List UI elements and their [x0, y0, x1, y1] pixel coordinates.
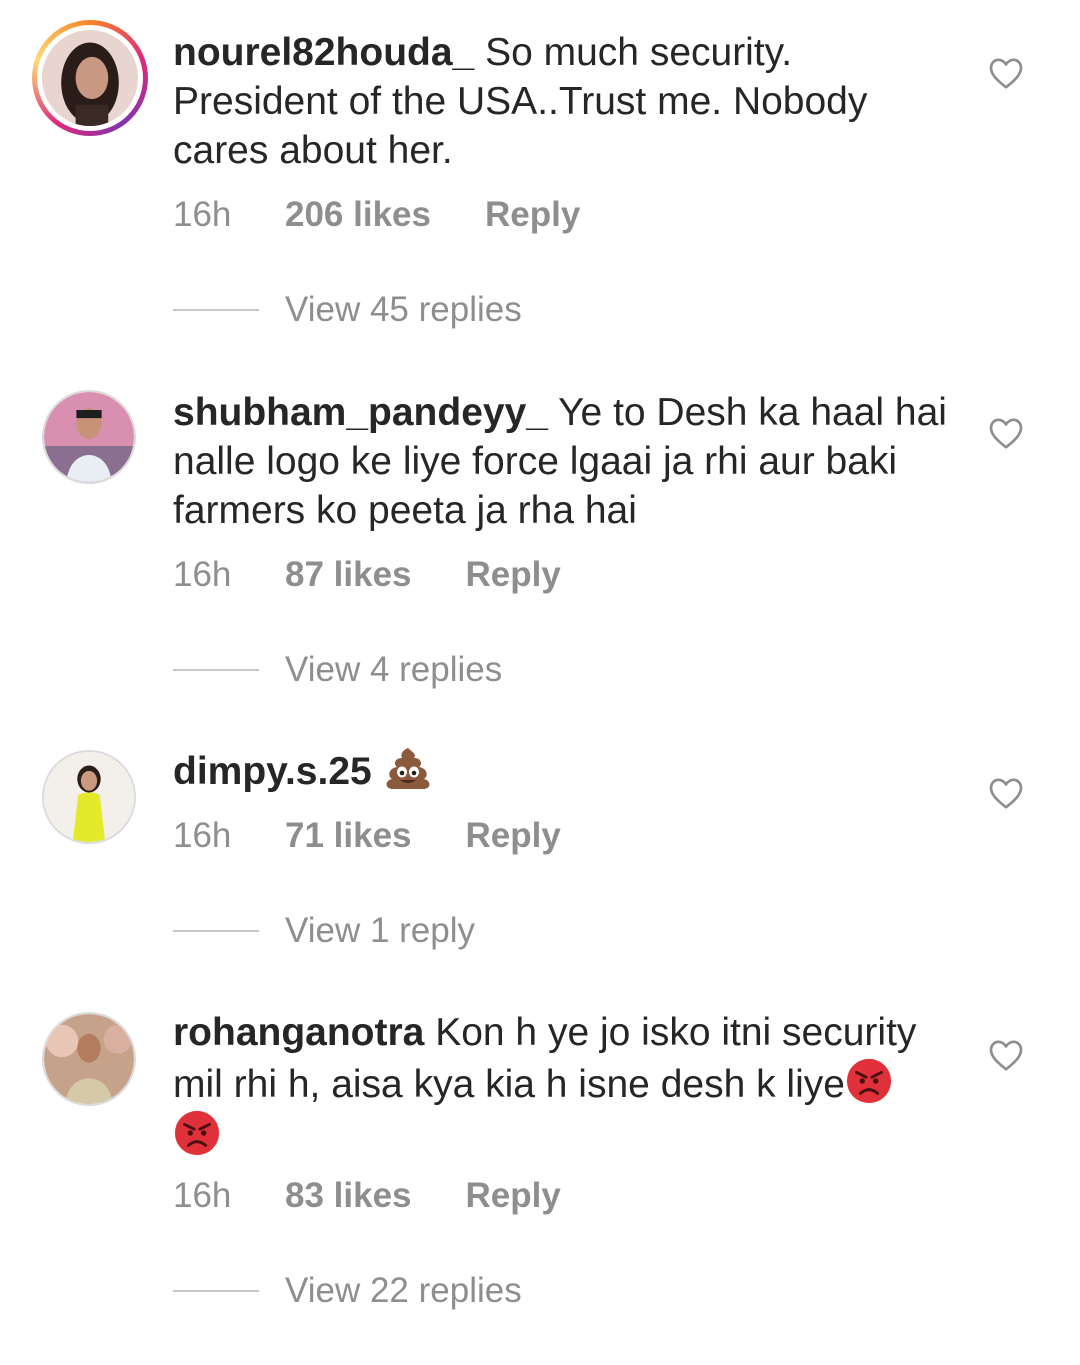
view-replies-label: View 22 replies [285, 1271, 522, 1310]
reply-button[interactable]: Reply [466, 1176, 561, 1215]
username[interactable]: rohanganotra [173, 1011, 424, 1054]
likes-count[interactable]: 71 likes [285, 816, 412, 855]
comment-meta: 16h 206 likes Reply [173, 195, 580, 235]
timestamp: 16h [173, 816, 232, 855]
heart-outline-icon[interactable] [988, 56, 1024, 90]
view-replies-label: View 4 replies [285, 650, 503, 689]
view-replies-label: View 45 replies [285, 290, 522, 329]
view-replies-button[interactable]: View 4 replies [173, 650, 502, 690]
angry-face-emoji [174, 1110, 220, 1156]
comment-meta: 16h 71 likes Reply [173, 816, 561, 856]
divider-line [173, 930, 259, 932]
view-replies-label: View 1 reply [285, 911, 476, 950]
likes-count[interactable]: 87 likes [285, 555, 412, 594]
angry-face-emoji [846, 1058, 892, 1104]
reply-button[interactable]: Reply [466, 555, 561, 594]
avatar[interactable] [42, 1012, 136, 1106]
view-replies-button[interactable]: View 45 replies [173, 290, 522, 330]
comment-meta: 16h 87 likes Reply [173, 555, 561, 595]
likes-count[interactable]: 206 likes [285, 195, 431, 234]
view-replies-button[interactable]: View 1 reply [173, 911, 475, 951]
avatar[interactable] [42, 750, 136, 844]
heart-outline-icon[interactable] [988, 1038, 1024, 1072]
username[interactable]: shubham_pandeyy_ [173, 391, 548, 434]
comment-meta: 16h 83 likes Reply [173, 1176, 561, 1216]
view-replies-button[interactable]: View 22 replies [173, 1271, 522, 1311]
heart-outline-icon[interactable] [988, 416, 1024, 450]
reply-button[interactable]: Reply [466, 816, 561, 855]
avatar[interactable] [32, 20, 148, 136]
timestamp: 16h [173, 555, 232, 594]
divider-line [173, 669, 259, 671]
comment-text: rohanganotra Kon h ye jo isko itni secur… [173, 1008, 963, 1161]
timestamp: 16h [173, 195, 232, 234]
divider-line [173, 1290, 259, 1292]
timestamp: 16h [173, 1176, 232, 1215]
comment-text: shubham_pandeyy_ Ye to Desh ka haal hai … [173, 388, 963, 535]
avatar[interactable] [42, 390, 136, 484]
username[interactable]: nourel82houda_ [173, 31, 474, 74]
comment-text: dimpy.s.25 [173, 746, 963, 796]
divider-line [173, 309, 259, 311]
likes-count[interactable]: 83 likes [285, 1176, 412, 1215]
comment-text: nourel82houda_ So much security. Preside… [173, 28, 963, 175]
poop-emoji [386, 748, 430, 789]
username[interactable]: dimpy.s.25 [173, 750, 372, 793]
heart-outline-icon[interactable] [988, 776, 1024, 810]
reply-button[interactable]: Reply [485, 195, 580, 234]
